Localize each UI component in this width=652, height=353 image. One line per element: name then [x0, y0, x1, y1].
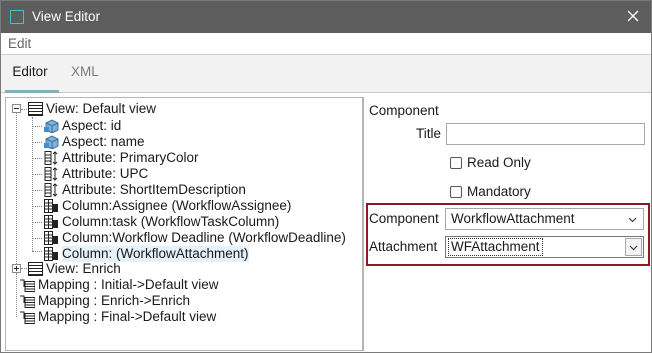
- tree-connector: [32, 117, 33, 251]
- tree-connector: [32, 238, 42, 239]
- tree-connector: [32, 158, 42, 159]
- attribute-icon: [44, 183, 58, 197]
- read-only-label: Read Only: [467, 155, 531, 170]
- tree-connector: [32, 174, 42, 175]
- attribute-icon: [44, 167, 58, 181]
- tab-xml[interactable]: XML: [71, 55, 99, 93]
- column-icon: [44, 231, 58, 245]
- tab-editor[interactable]: Editor: [1, 55, 59, 93]
- title-bar: View Editor: [1, 1, 651, 33]
- cube-icon: [44, 135, 59, 149]
- mandatory-label: Mandatory: [467, 184, 531, 199]
- tree-node-label: Mapping : Final->Default view: [38, 309, 217, 324]
- tree-node-label: View: Enrich: [46, 261, 121, 276]
- tree-connector: [21, 109, 27, 110]
- menu-edit[interactable]: Edit: [8, 36, 31, 51]
- title-input[interactable]: [446, 123, 645, 145]
- column-icon: [44, 247, 58, 261]
- tree-connector: [32, 126, 42, 127]
- tree-node-label: Attribute: UPC: [62, 166, 149, 181]
- tree-node-label: Column:task (WorkflowTaskColumn): [62, 214, 280, 229]
- expand-toggle[interactable]: [12, 264, 21, 273]
- tree-node-label: Mapping : Initial->Default view: [38, 277, 219, 292]
- component-value: WorkflowAttachment: [451, 211, 575, 226]
- tree-connector: [16, 110, 17, 268]
- tree-node-label: Attribute: ShortItemDescription: [62, 182, 246, 197]
- component-label: Component: [369, 211, 439, 226]
- tree-node-label: Mapping : Enrich->Enrich: [38, 293, 190, 308]
- tree-node-label: Aspect: name: [62, 134, 145, 149]
- tree-node-label: Attribute: PrimaryColor: [62, 150, 199, 165]
- section-title: Component: [369, 103, 439, 118]
- collapse-toggle[interactable]: [12, 104, 21, 113]
- tree-node-label: Column: (WorkflowAttachment): [62, 246, 249, 262]
- tree-node-label: Column:Workflow Deadline (WorkflowDeadli…: [62, 230, 346, 245]
- view-icon: [28, 102, 43, 116]
- window-title: View Editor: [32, 9, 101, 24]
- view-icon: [28, 262, 43, 276]
- attachment-value: WFAttachment: [448, 238, 543, 256]
- tree-node-label: Aspect: id: [62, 118, 122, 133]
- tree-connector: [32, 190, 42, 191]
- checkbox-box[interactable]: [450, 186, 462, 198]
- mapping-icon: [20, 279, 35, 292]
- app-icon: [10, 10, 24, 24]
- tab-bar: Editor XML: [1, 55, 651, 93]
- dropdown-button[interactable]: [625, 238, 642, 256]
- cube-icon: [44, 119, 59, 133]
- component-select[interactable]: WorkflowAttachment: [445, 208, 644, 230]
- tree-connector: [32, 206, 42, 207]
- view-editor-window: View Editor Edit Editor XML View: Defaul…: [0, 0, 652, 353]
- chevron-down-icon: [629, 245, 638, 251]
- tree-connector: [21, 268, 27, 269]
- title-label: Title: [416, 126, 442, 141]
- column-icon: [44, 215, 58, 229]
- tree-connector: [32, 251, 42, 252]
- properties-panel: Component Title Read Only Mandatory Comp…: [363, 97, 651, 351]
- mapping-icon: [20, 295, 35, 308]
- checkbox-box[interactable]: [450, 157, 462, 169]
- tree-node-label: Column:Assignee (WorkflowAssignee): [62, 198, 292, 213]
- tree-connector: [16, 273, 17, 317]
- attachment-select[interactable]: WFAttachment: [445, 236, 644, 258]
- menu-bar: Edit: [1, 33, 651, 55]
- column-icon: [44, 199, 58, 213]
- attachment-label: Attachment: [369, 239, 438, 254]
- mapping-icon: [20, 311, 35, 324]
- chevron-down-icon: [628, 217, 637, 223]
- tree-connector: [32, 222, 42, 223]
- tree-node-label: View: Default view: [46, 101, 157, 116]
- view-tree[interactable]: View: Default view Aspect: id Aspect: na…: [5, 97, 363, 351]
- tree-connector: [32, 142, 42, 143]
- close-icon[interactable]: [625, 8, 641, 24]
- attribute-icon: [44, 151, 58, 165]
